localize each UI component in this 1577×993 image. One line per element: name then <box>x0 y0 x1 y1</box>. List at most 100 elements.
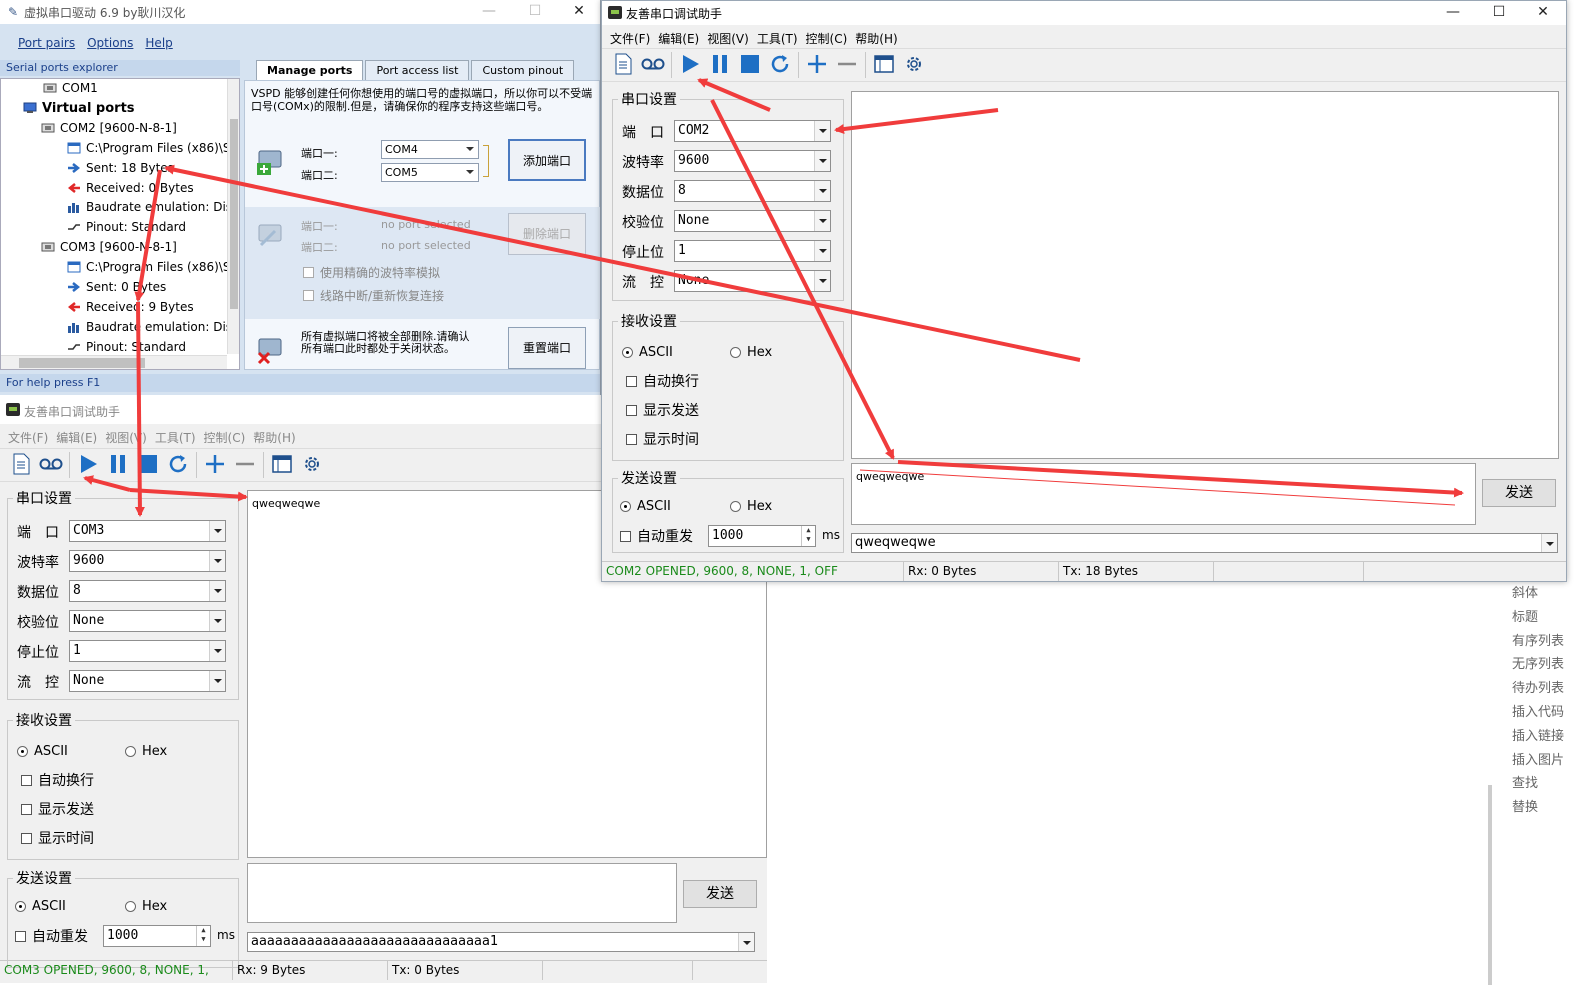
tree-item[interactable]: Pinout: Standard <box>67 220 186 234</box>
stop-button[interactable] <box>735 50 765 80</box>
recv-option-checkbox[interactable]: 显示时间 <box>626 429 699 449</box>
pause-button[interactable] <box>705 50 735 80</box>
field-select[interactable]: None <box>69 670 226 692</box>
tree-vscroll-thumb[interactable] <box>230 119 238 309</box>
recv-option-checkbox[interactable]: 自动换行 <box>21 770 94 790</box>
send-textarea[interactable]: qweqweqwe <box>851 463 1476 525</box>
window-button[interactable] <box>869 50 899 80</box>
editor-sidebar-link[interactable]: 替换 <box>1512 796 1538 815</box>
send-hex-radio[interactable]: Hex <box>125 899 167 914</box>
add-port2-select[interactable]: COM5 <box>381 163 479 182</box>
send-hex-radio[interactable]: Hex <box>730 499 772 514</box>
tree-item[interactable]: Sent: 18 Bytes <box>67 161 174 175</box>
recv-ascii-radio[interactable]: ASCII <box>622 345 673 360</box>
menu-item[interactable]: 视图(V) <box>707 30 749 47</box>
tree-hscroll-thumb[interactable] <box>19 358 145 368</box>
tab-manage-ports[interactable]: Manage ports <box>256 60 364 80</box>
field-select[interactable]: None <box>674 270 831 292</box>
new-doc-button[interactable] <box>6 450 36 480</box>
menu-help[interactable]: Help <box>145 36 172 50</box>
editor-sidebar-link[interactable]: 插入图片 <box>1512 749 1564 768</box>
recv-option-checkbox[interactable]: 自动换行 <box>626 371 699 391</box>
menu-item[interactable]: 文件(F) <box>8 429 48 446</box>
auto-resend-checkbox[interactable]: 自动重发 <box>15 926 88 946</box>
menu-item[interactable]: 编辑(E) <box>56 429 97 446</box>
tree-item[interactable]: Virtual ports <box>23 101 135 116</box>
tree-hscrollbar[interactable] <box>1 355 227 369</box>
loop-button[interactable] <box>638 50 668 80</box>
tree-item[interactable]: COM1 <box>43 81 98 95</box>
recv-option-checkbox[interactable]: 显示发送 <box>21 799 94 819</box>
minimize-button[interactable]: — <box>1430 1 1476 25</box>
add-port1-select[interactable]: COM4 <box>381 140 479 159</box>
menu-item[interactable]: 控制(C) <box>204 429 246 446</box>
tree-item[interactable]: COM3 [9600-N-8-1] <box>41 240 177 254</box>
editor-sidebar-link[interactable]: 查找 <box>1512 772 1538 791</box>
gear-button[interactable] <box>297 450 327 480</box>
menu-item[interactable]: 编辑(E) <box>658 30 699 47</box>
refresh-button[interactable] <box>765 50 795 80</box>
play-button[interactable] <box>675 50 705 80</box>
send-ascii-radio[interactable]: ASCII <box>620 499 671 514</box>
tab-custom-pinout[interactable]: Custom pinout <box>471 60 575 80</box>
editor-sidebar-link[interactable]: 插入链接 <box>1512 725 1564 744</box>
menu-item[interactable]: 帮助(H) <box>855 30 897 47</box>
play-button[interactable] <box>73 450 103 480</box>
resend-interval-input[interactable]: 1000 ▲ ▼ <box>103 925 211 947</box>
recv-hex-radio[interactable]: Hex <box>125 744 167 759</box>
menu-item[interactable]: 工具(T) <box>757 30 798 47</box>
tab-port-access-list[interactable]: Port access list <box>365 60 470 80</box>
tree-item[interactable]: Baudrate emulation: Dis <box>67 200 232 214</box>
plus-button[interactable] <box>200 450 230 480</box>
editor-sidebar-link[interactable]: 标题 <box>1512 606 1538 625</box>
tree-item[interactable]: Sent: 0 Bytes <box>67 280 166 294</box>
minimize-button[interactable]: — <box>466 0 512 24</box>
interval-spinner[interactable]: ▲ ▼ <box>801 526 815 546</box>
menu-options[interactable]: Options <box>87 36 133 50</box>
receive-textarea[interactable] <box>851 91 1559 459</box>
recv-hex-radio[interactable]: Hex <box>730 345 772 360</box>
tree-item[interactable]: Pinout: Standard <box>67 340 186 354</box>
line-break-checkbox[interactable]: 线路中断/重新恢复连接 <box>303 287 444 304</box>
recv-option-checkbox[interactable]: 显示发送 <box>626 400 699 420</box>
resend-interval-input[interactable]: 1000 ▲ ▼ <box>708 525 816 547</box>
tree-item[interactable]: Received: 0 Bytes <box>67 181 194 195</box>
tree-item[interactable]: C:\Program Files (x86)\S <box>67 260 230 274</box>
plus-button[interactable] <box>802 50 832 80</box>
stop-button[interactable] <box>133 450 163 480</box>
editor-sidebar-link[interactable]: 无序列表 <box>1512 653 1564 672</box>
new-doc-button[interactable] <box>608 50 638 80</box>
send-button[interactable]: 发送 <box>1482 479 1556 507</box>
close-button[interactable]: ✕ <box>1520 1 1566 25</box>
loop-button[interactable] <box>36 450 66 480</box>
minus-button[interactable] <box>832 50 862 80</box>
tree-item[interactable]: C:\Program Files (x86)\S <box>67 141 230 155</box>
refresh-button[interactable] <box>163 450 193 480</box>
send-textarea[interactable] <box>247 863 677 923</box>
tree-item[interactable]: Received: 9 Bytes <box>67 300 194 314</box>
auto-resend-checkbox[interactable]: 自动重发 <box>620 526 693 546</box>
field-select[interactable]: None <box>674 210 831 232</box>
field-select[interactable]: COM3 <box>69 520 226 542</box>
interval-spinner[interactable]: ▲ ▼ <box>196 926 210 946</box>
tree-item[interactable]: Baudrate emulation: Dis <box>67 320 232 334</box>
menu-item[interactable]: 文件(F) <box>610 30 650 47</box>
window-button[interactable] <box>267 450 297 480</box>
remove-ports-button[interactable]: 删除端口 <box>508 213 586 255</box>
send-button[interactable]: 发送 <box>683 880 757 908</box>
field-select[interactable]: 1 <box>674 240 831 262</box>
menu-item[interactable]: 帮助(H) <box>253 429 295 446</box>
precise-baud-checkbox[interactable]: 使用精确的波特率模拟 <box>303 264 440 281</box>
editor-sidebar-link[interactable]: 插入代码 <box>1512 701 1564 720</box>
menu-item[interactable]: 工具(T) <box>155 429 196 446</box>
editor-sidebar-link[interactable]: 斜体 <box>1512 582 1538 601</box>
reset-ports-button[interactable]: 重置端口 <box>508 327 586 369</box>
pause-button[interactable] <box>103 450 133 480</box>
field-select[interactable]: COM2 <box>674 120 831 142</box>
field-select[interactable]: 1 <box>69 640 226 662</box>
recv-option-checkbox[interactable]: 显示时间 <box>21 828 94 848</box>
editor-sidebar-link[interactable]: 有序列表 <box>1512 630 1564 649</box>
send-history-select[interactable]: qweqweqwe <box>851 533 1558 553</box>
send-history-select[interactable]: aaaaaaaaaaaaaaaaaaaaaaaaaaaaaa1 <box>247 932 755 952</box>
field-select[interactable]: 8 <box>674 180 831 202</box>
